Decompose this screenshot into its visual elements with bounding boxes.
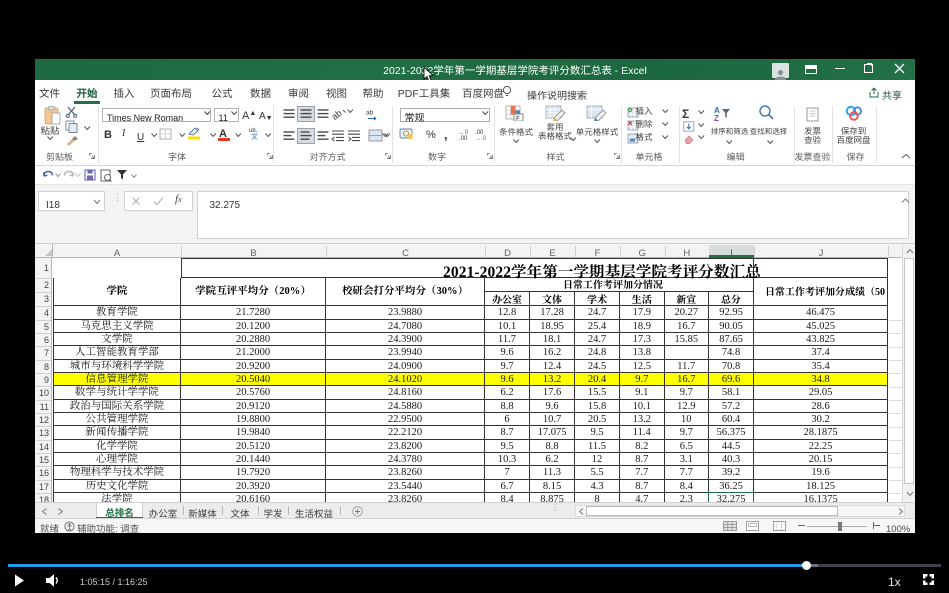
svg-text:文: 文 (251, 132, 258, 140)
svg-text:Z: Z (714, 113, 719, 122)
svg-text:→.0: →.0 (475, 133, 487, 140)
svg-text:ab: ab (332, 107, 344, 120)
svg-text:ab: ab (366, 108, 374, 117)
svg-text:≠: ≠ (516, 113, 520, 121)
svg-text:.00: .00 (459, 133, 468, 140)
